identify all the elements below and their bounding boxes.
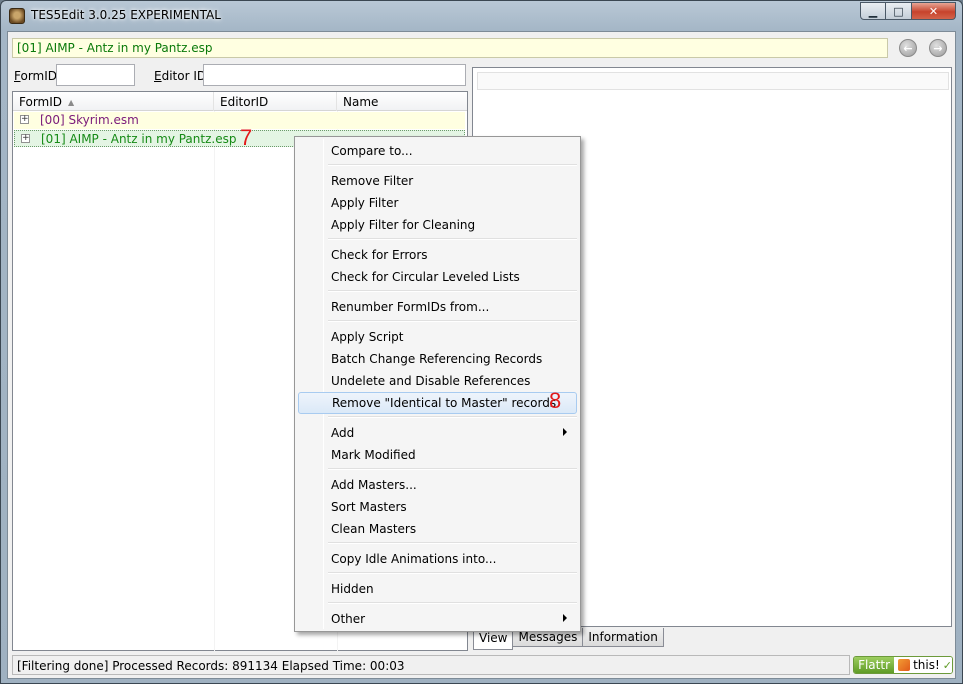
- menu-item-apply-filter[interactable]: Apply Filter: [298, 192, 577, 214]
- submenu-arrow-icon: [563, 428, 567, 436]
- record-view-header: [477, 72, 949, 90]
- sort-ascending-icon: ▲: [68, 98, 75, 107]
- annotation-step-8: 8: [549, 388, 562, 413]
- flattr-button[interactable]: Flattr this! ✓: [853, 656, 953, 674]
- column-header-editorid[interactable]: EditorID: [214, 92, 337, 111]
- menu-separator: [328, 416, 577, 418]
- menu-item-add-label: Add: [331, 426, 355, 440]
- minimize-button[interactable]: ▁: [860, 2, 886, 20]
- menu-item-compare-to[interactable]: Compare to...: [298, 140, 577, 162]
- menu-item-undelete-disable[interactable]: Undelete and Disable References: [298, 370, 577, 392]
- menu-item-other[interactable]: Other: [298, 608, 577, 630]
- menu-item-clean-masters[interactable]: Clean Masters: [298, 518, 577, 540]
- menu-item-add[interactable]: Add: [298, 422, 577, 444]
- menu-separator: [328, 572, 577, 574]
- menu-item-apply-script[interactable]: Apply Script: [298, 326, 577, 348]
- menu-item-renumber-formids[interactable]: Renumber FormIDs from...: [298, 296, 577, 318]
- formid-label-text: ormID: [20, 69, 58, 83]
- column-header-name[interactable]: Name: [337, 92, 467, 111]
- expand-plus-icon[interactable]: +: [21, 134, 30, 143]
- tab-information[interactable]: Information: [582, 628, 664, 647]
- title-bar[interactable]: TES5Edit 3.0.25 EXPERIMENTAL ▁ □ ✕: [1, 1, 962, 31]
- column-header-formid[interactable]: FormID ▲: [13, 92, 214, 111]
- editorid-filter-input[interactable]: [203, 64, 466, 86]
- file-path-bar: [01] AIMP - Antz in my Pantz.esp: [12, 38, 888, 58]
- menu-item-remove-filter[interactable]: Remove Filter: [298, 170, 577, 192]
- menu-item-other-label: Other: [331, 612, 366, 626]
- menu-item-mark-modified[interactable]: Mark Modified: [298, 444, 577, 466]
- window-title: TES5Edit 3.0.25 EXPERIMENTAL: [31, 8, 221, 22]
- menu-item-remove-itm[interactable]: Remove "Identical to Master" records: [298, 392, 577, 414]
- app-icon[interactable]: [9, 8, 25, 24]
- tree-header: FormID ▲ EditorID Name: [13, 92, 467, 111]
- close-button[interactable]: ✕: [912, 2, 956, 20]
- editorid-label-text: ditor ID: [161, 69, 207, 83]
- column-header-formid-label: FormID: [19, 95, 63, 109]
- menu-separator: [328, 238, 577, 240]
- formid-filter-label: FormID: [14, 69, 57, 83]
- expand-plus-icon[interactable]: +: [20, 115, 29, 124]
- tree-row-label: [00] Skyrim.esm: [40, 113, 139, 127]
- maximize-button[interactable]: □: [886, 2, 912, 20]
- menu-item-apply-filter-cleaning[interactable]: Apply Filter for Cleaning: [298, 214, 577, 236]
- forward-arrow-icon[interactable]: →: [929, 39, 947, 57]
- column-divider: [214, 111, 215, 651]
- menu-separator: [328, 542, 577, 544]
- editorid-filter-label: Editor ID: [154, 69, 206, 83]
- menu-separator: [328, 290, 577, 292]
- status-bar: [Filtering done] Processed Records: 8911…: [12, 655, 850, 675]
- formid-filter-input[interactable]: [56, 64, 135, 86]
- flattr-check-icon: ✓: [942, 658, 952, 672]
- menu-separator: [328, 320, 577, 322]
- window-controls: ▁ □ ✕: [860, 2, 956, 20]
- flattr-this: this! ✓: [894, 657, 952, 673]
- tree-row-label: [01] AIMP - Antz in my Pantz.esp: [41, 132, 237, 146]
- menu-item-sort-masters[interactable]: Sort Masters: [298, 496, 577, 518]
- submenu-arrow-icon: [563, 614, 567, 622]
- annotation-step-7: 7: [240, 125, 253, 150]
- menu-item-copy-idle-animations[interactable]: Copy Idle Animations into...: [298, 548, 577, 570]
- menu-item-check-errors[interactable]: Check for Errors: [298, 244, 577, 266]
- menu-item-hidden[interactable]: Hidden: [298, 578, 577, 600]
- menu-separator: [328, 164, 577, 166]
- menu-separator: [328, 468, 577, 470]
- flattr-logo-icon: [898, 659, 911, 671]
- context-menu: Compare to... Remove Filter Apply Filter…: [294, 136, 581, 632]
- menu-separator: [328, 602, 577, 604]
- flattr-label: Flattr: [854, 657, 895, 673]
- editorid-label-accel: E: [154, 69, 162, 83]
- back-arrow-icon[interactable]: ←: [899, 39, 917, 57]
- menu-item-batch-change-refs[interactable]: Batch Change Referencing Records: [298, 348, 577, 370]
- menu-item-check-leveled-lists[interactable]: Check for Circular Leveled Lists: [298, 266, 577, 288]
- flattr-this-label: this!: [913, 658, 940, 672]
- menu-item-add-masters[interactable]: Add Masters...: [298, 474, 577, 496]
- app-window: TES5Edit 3.0.25 EXPERIMENTAL ▁ □ ✕ [01] …: [0, 0, 963, 684]
